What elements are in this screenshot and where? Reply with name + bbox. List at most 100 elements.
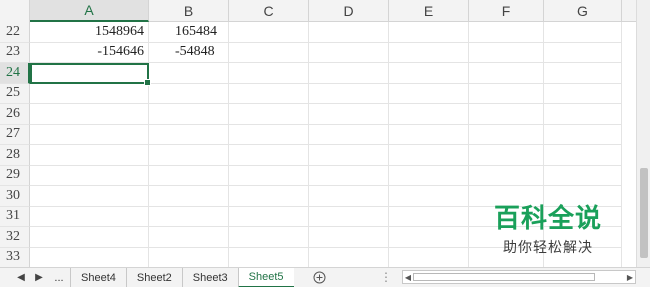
cell-b22[interactable]: 165484 <box>149 22 229 43</box>
cell-c29[interactable] <box>229 165 309 186</box>
cell-a22[interactable]: 1548964 <box>30 22 149 43</box>
row-header[interactable]: 32 <box>0 227 30 248</box>
cell-d27[interactable] <box>309 124 389 145</box>
cell-f28[interactable] <box>469 145 544 166</box>
cell-b28[interactable] <box>149 145 229 166</box>
cell-g24[interactable] <box>544 63 622 84</box>
column-header-g[interactable]: G <box>544 0 622 22</box>
cell-a33[interactable] <box>30 247 149 267</box>
cell-b23[interactable]: -54848 <box>149 42 229 63</box>
row-header[interactable]: 22 <box>0 22 30 43</box>
tab-sheet2[interactable]: Sheet2 <box>125 267 182 287</box>
cell-c25[interactable] <box>229 83 309 104</box>
cell-b31[interactable] <box>149 206 229 227</box>
row-header[interactable]: 30 <box>0 186 30 207</box>
cell-f24[interactable] <box>469 63 544 84</box>
cell-a28[interactable] <box>30 145 149 166</box>
cell-d31[interactable] <box>309 206 389 227</box>
cell-a25[interactable] <box>30 83 149 104</box>
cell-a29[interactable] <box>30 165 149 186</box>
cell-f25[interactable] <box>469 83 544 104</box>
cell-b32[interactable] <box>149 227 229 248</box>
cell-e31[interactable] <box>389 206 469 227</box>
cell-e23[interactable] <box>389 42 469 63</box>
row-header[interactable]: 33 <box>0 247 30 267</box>
cell-d25[interactable] <box>309 83 389 104</box>
cell-c31[interactable] <box>229 206 309 227</box>
cell-e30[interactable] <box>389 186 469 207</box>
column-header-f[interactable]: F <box>469 0 544 22</box>
cell-g22[interactable] <box>544 22 622 43</box>
cell-d26[interactable] <box>309 104 389 125</box>
cell-d22[interactable] <box>309 22 389 43</box>
cell-g25[interactable] <box>544 83 622 104</box>
cell-a32[interactable] <box>30 227 149 248</box>
row-header[interactable]: 29 <box>0 165 30 186</box>
cell-d29[interactable] <box>309 165 389 186</box>
cell-e33[interactable] <box>389 247 469 267</box>
cell-e27[interactable] <box>389 124 469 145</box>
cell-g27[interactable] <box>544 124 622 145</box>
cell-e24[interactable] <box>389 63 469 84</box>
cell-b33[interactable] <box>149 247 229 267</box>
cell-a26[interactable] <box>30 104 149 125</box>
vertical-scrollbar[interactable] <box>636 0 650 267</box>
more-sheets-button[interactable]: ... <box>48 272 70 284</box>
column-header-d[interactable]: D <box>309 0 389 22</box>
cell-c32[interactable] <box>229 227 309 248</box>
cell-d23[interactable] <box>309 42 389 63</box>
cell-f27[interactable] <box>469 124 544 145</box>
select-all-corner[interactable] <box>0 0 30 22</box>
horizontal-scrollbar[interactable]: ◀ ▶ <box>402 270 636 284</box>
next-sheet-icon[interactable]: ▶ <box>30 269 48 287</box>
cell-g26[interactable] <box>544 104 622 125</box>
cell-e26[interactable] <box>389 104 469 125</box>
tab-sheet5[interactable]: Sheet5 <box>237 267 294 287</box>
row-header[interactable]: 28 <box>0 145 30 166</box>
cell-g29[interactable] <box>544 165 622 186</box>
column-header-a[interactable]: A <box>30 0 149 22</box>
cell-f23[interactable] <box>469 42 544 63</box>
cell-c24[interactable] <box>229 63 309 84</box>
column-header-e[interactable]: E <box>389 0 469 22</box>
cell-d33[interactable] <box>309 247 389 267</box>
cell-b26[interactable] <box>149 104 229 125</box>
cell-f29[interactable] <box>469 165 544 186</box>
cell-d32[interactable] <box>309 227 389 248</box>
tab-sheet4[interactable]: Sheet4 <box>70 267 126 287</box>
row-header[interactable]: 23 <box>0 42 30 63</box>
cell-b25[interactable] <box>149 83 229 104</box>
tab-splitter-icon[interactable]: ⋮ <box>380 270 392 284</box>
cell-e29[interactable] <box>389 165 469 186</box>
cell-c33[interactable] <box>229 247 309 267</box>
row-header[interactable]: 27 <box>0 124 30 145</box>
cell-a24[interactable] <box>30 63 151 85</box>
cell-c23[interactable] <box>229 42 309 63</box>
cell-e22[interactable] <box>389 22 469 43</box>
cell-e28[interactable] <box>389 145 469 166</box>
cell-b29[interactable] <box>149 165 229 186</box>
cell-b30[interactable] <box>149 186 229 207</box>
cell-f22[interactable] <box>469 22 544 43</box>
row-header[interactable]: 31 <box>0 206 30 227</box>
cell-e25[interactable] <box>389 83 469 104</box>
cell-d24[interactable] <box>309 63 389 84</box>
vertical-scroll-thumb[interactable] <box>640 168 648 258</box>
cell-e32[interactable] <box>389 227 469 248</box>
cell-f26[interactable] <box>469 104 544 125</box>
cell-a31[interactable] <box>30 206 149 227</box>
cell-d28[interactable] <box>309 145 389 166</box>
plus-circle-icon[interactable] <box>310 268 330 287</box>
cell-g23[interactable] <box>544 42 622 63</box>
cell-c22[interactable] <box>229 22 309 43</box>
column-header-b[interactable]: B <box>149 0 229 22</box>
cell-a30[interactable] <box>30 186 149 207</box>
column-header-c[interactable]: C <box>229 0 309 22</box>
cell-g28[interactable] <box>544 145 622 166</box>
cell-c26[interactable] <box>229 104 309 125</box>
cell-a27[interactable] <box>30 124 149 145</box>
cell-a23[interactable]: -154646 <box>30 42 149 63</box>
cell-d30[interactable] <box>309 186 389 207</box>
scroll-left-icon[interactable]: ◀ <box>403 271 413 283</box>
row-header[interactable]: 25 <box>0 83 30 104</box>
